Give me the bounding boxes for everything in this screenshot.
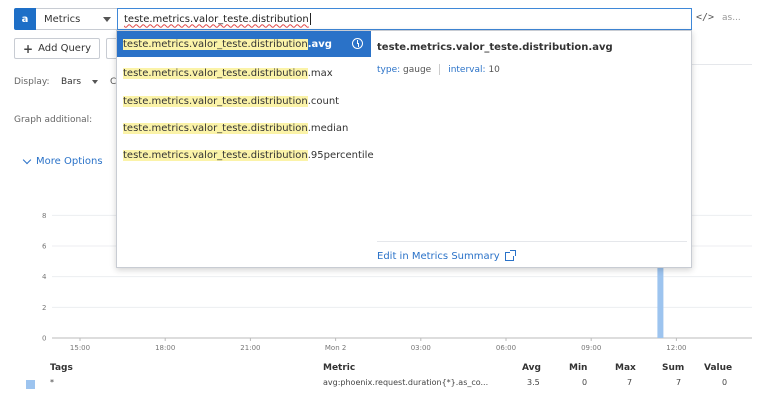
x-tick-label: 18:00: [155, 344, 175, 352]
suggestion-suffix: .avg: [307, 38, 332, 50]
divider: [690, 64, 752, 65]
legend-cell-min: 0: [582, 378, 588, 387]
metric-interval-value: 10: [488, 64, 500, 75]
chevron-down-icon: [22, 155, 32, 165]
suggestion-match: teste.metrics.valor_teste.distribution: [123, 122, 308, 134]
code-icon[interactable]: </>: [696, 12, 714, 23]
add-query-button[interactable]: + Add Query: [14, 38, 100, 59]
legend-header-sum: Sum: [662, 363, 685, 373]
suggestion-item[interactable]: teste.metrics.valor_teste.distribution .c…: [117, 88, 371, 114]
y-tick-label: 8: [42, 212, 46, 220]
y-tick-label: 6: [42, 243, 47, 251]
suggestion-suffix: .count: [307, 95, 340, 107]
suggestion-suffix: .median: [307, 122, 349, 134]
clock-icon: [352, 38, 363, 49]
legend-header-metric: Metric: [323, 363, 356, 373]
legend-header-max: Max: [615, 363, 636, 373]
y-tick-label: 2: [42, 304, 46, 312]
chevron-down-icon: [103, 17, 111, 22]
y-tick-label: 4: [42, 273, 47, 281]
text-cursor: [309, 13, 311, 25]
legend-header-value: Value: [704, 363, 733, 373]
x-tick-label: 06:00: [496, 344, 516, 352]
x-tick-label: 09:00: [581, 344, 601, 352]
display-type-select[interactable]: Bars: [61, 77, 81, 87]
suggestion-suffix: .95percentile: [307, 149, 374, 161]
legend-cell-metric[interactable]: avg:phoenix.request.duration{*}.as_co...: [323, 378, 488, 387]
metric-type-key: type:: [377, 64, 401, 75]
metric-detail-meta: type: gauge interval: 10: [377, 64, 500, 75]
series-color-swatch: [26, 380, 35, 389]
data-source-value: Metrics: [44, 13, 81, 25]
metric-query-text: teste.metrics.valor_teste.distribution: [124, 13, 309, 25]
plus-icon: +: [23, 41, 34, 56]
suggestion-item[interactable]: teste.metrics.valor_teste.distribution .9…: [117, 142, 374, 168]
suggestion-item[interactable]: teste.metrics.valor_teste.distribution .m…: [117, 115, 371, 141]
legend-cell-avg: 3.5: [527, 378, 540, 387]
alias-button[interactable]: as...: [722, 13, 741, 23]
display-label: Display:: [14, 77, 50, 87]
legend-cell-value: 0: [722, 378, 728, 387]
legend-cell-tags: *: [50, 378, 54, 387]
query-letter-badge[interactable]: a: [14, 8, 36, 30]
x-tick-label: 21:00: [240, 344, 260, 352]
external-link-icon: [504, 250, 516, 261]
suggestion-item[interactable]: teste.metrics.valor_teste.distribution .m…: [117, 60, 371, 86]
more-options-toggle[interactable]: More Options: [22, 155, 103, 167]
metric-detail-panel: teste.metrics.valor_teste.distribution.a…: [371, 31, 691, 267]
x-tick-label: 03:00: [411, 344, 431, 352]
edit-link-label: Edit in Metrics Summary: [377, 251, 500, 262]
legend-table: Tags Metric Avg Min Max Sum Value * avg:…: [0, 360, 765, 410]
legend-cell-sum: 7: [676, 378, 682, 387]
legend-header-tags: Tags: [50, 363, 73, 373]
x-tick-label: Mon 2: [325, 344, 346, 352]
edit-in-metrics-summary-link[interactable]: Edit in Metrics Summary: [377, 250, 516, 262]
data-source-select[interactable]: Metrics: [36, 8, 118, 30]
suggestion-list: teste.metrics.valor_teste.distribution .a…: [117, 31, 374, 267]
legend-header-min: Min: [569, 363, 588, 373]
graph-additional-label: Graph additional:: [14, 115, 93, 125]
legend-cell-max: 7: [627, 378, 633, 387]
y-tick-label: 0: [42, 335, 46, 343]
metric-type-value: gauge: [403, 64, 432, 75]
divider: [377, 241, 687, 242]
metric-autocomplete-popup: teste.metrics.valor_teste.distribution .a…: [116, 30, 692, 268]
chevron-down-icon: [92, 80, 98, 84]
metric-interval-key: interval:: [448, 64, 486, 75]
add-query-label: Add Query: [38, 43, 91, 54]
x-tick-label: 12:00: [666, 344, 686, 352]
x-tick-label: 15:00: [70, 344, 90, 352]
metric-query-input[interactable]: teste.metrics.valor_teste.distribution: [117, 8, 692, 30]
suggestion-suffix: .max: [307, 67, 333, 79]
query-row: a Metrics teste.metrics.valor_teste.dist…: [14, 8, 764, 30]
suggestion-match: teste.metrics.valor_teste.distribution: [123, 95, 308, 107]
suggestion-match: teste.metrics.valor_teste.distribution: [123, 38, 308, 50]
metric-detail-title: teste.metrics.valor_teste.distribution.a…: [377, 42, 613, 53]
suggestion-item[interactable]: teste.metrics.valor_teste.distribution .a…: [117, 31, 371, 57]
meta-separator: [439, 64, 441, 75]
legend-header-avg: Avg: [522, 363, 541, 373]
suggestion-match: teste.metrics.valor_teste.distribution: [123, 149, 308, 161]
suggestion-match: teste.metrics.valor_teste.distribution: [123, 67, 308, 79]
more-options-label: More Options: [36, 156, 103, 167]
